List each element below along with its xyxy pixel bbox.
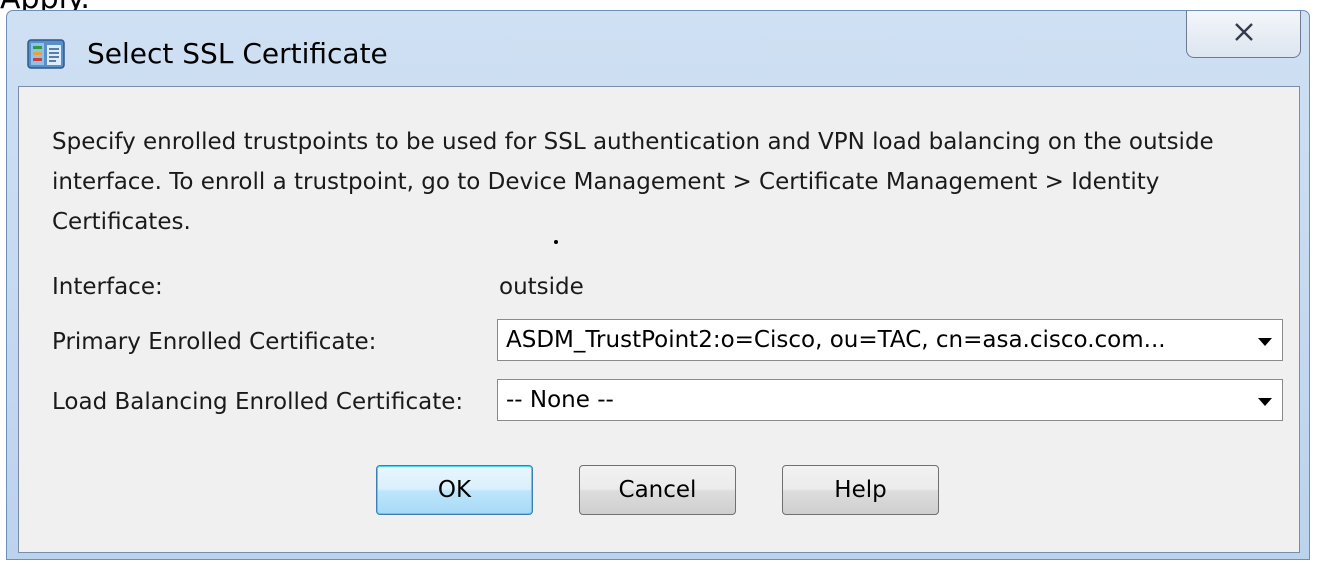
chevron-down-icon	[1258, 398, 1272, 406]
dialog-content: Specify enrolled trustpoints to be used …	[18, 86, 1300, 553]
primary-certificate-label: Primary Enrolled Certificate:	[52, 329, 377, 355]
close-icon	[1235, 23, 1253, 41]
help-button[interactable]: Help	[782, 465, 939, 515]
screenshot-root: Apply. Select SSL Certificate Specify en…	[0, 0, 1318, 563]
load-balancing-certificate-label: Load Balancing Enrolled Certificate:	[52, 389, 464, 415]
close-button[interactable]	[1186, 11, 1301, 58]
cancel-button[interactable]: Cancel	[579, 465, 736, 515]
select-ssl-certificate-dialog: Select SSL Certificate Specify enrolled …	[6, 10, 1310, 560]
primary-certificate-dropdown[interactable]: ASDM_TrustPoint2:o=Cisco, ou=TAC, cn=asa…	[497, 319, 1283, 361]
interface-label: Interface:	[52, 274, 163, 300]
interface-value: outside	[499, 274, 584, 300]
load-balancing-certificate-dropdown[interactable]: -- None --	[497, 379, 1283, 421]
ssl-certificate-app-icon	[27, 36, 67, 72]
primary-certificate-selected: ASDM_TrustPoint2:o=Cisco, ou=TAC, cn=asa…	[506, 327, 1166, 353]
instructions-text: Specify enrolled trustpoints to be used …	[52, 129, 1214, 235]
load-balancing-certificate-selected: -- None --	[506, 387, 614, 413]
window-title: Select SSL Certificate	[87, 37, 388, 70]
ok-button[interactable]: OK	[376, 465, 533, 515]
chevron-down-icon	[1258, 338, 1272, 346]
stray-dot-mark	[554, 240, 558, 244]
